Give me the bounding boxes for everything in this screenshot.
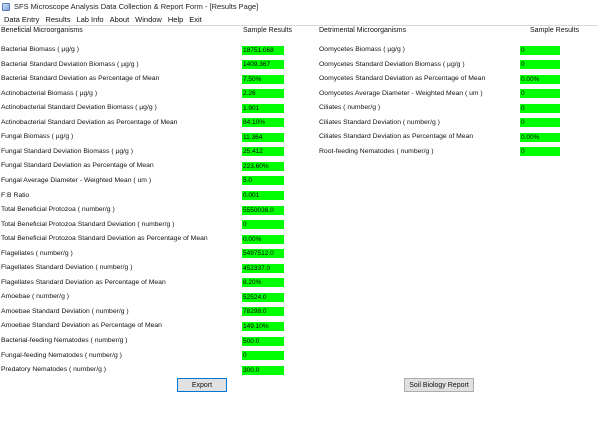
detrimental-row-value: 0 bbox=[520, 103, 560, 113]
beneficial-row-value: 300.0 bbox=[242, 365, 284, 375]
app-window-icon bbox=[2, 2, 10, 11]
window-title: SFS Microscope Analysis Data Collection … bbox=[14, 2, 259, 11]
menu-help[interactable]: Help bbox=[168, 15, 183, 24]
beneficial-row-value: 18751.068 bbox=[242, 45, 284, 55]
detrimental-row-value: 0 bbox=[520, 60, 560, 70]
beneficial-row-label: Actinobacterial Biomass ( µg/g ) bbox=[1, 89, 98, 97]
beneficial-row-value: 223.60% bbox=[242, 161, 284, 171]
beneficial-row-label: Amoebae Standard Deviation as Percentage… bbox=[1, 322, 162, 330]
beneficial-row-label: Fungal Standard Deviation Biomass ( µg/g… bbox=[1, 147, 133, 155]
beneficial-row-label: Amoebae ( number/g ) bbox=[1, 293, 70, 301]
beneficial-row-value: 7.50% bbox=[242, 74, 284, 84]
detrimental-row-value: 0 bbox=[520, 147, 560, 157]
menu-about[interactable]: About bbox=[110, 15, 130, 24]
beneficial-row-value: 5550036.0 bbox=[242, 205, 284, 215]
beneficial-row-label: Predatory Nematodes ( number/g ) bbox=[1, 366, 107, 374]
beneficial-row-label: Fungal Biomass ( µg/g ) bbox=[1, 133, 74, 141]
beneficial-results-header: Sample Results bbox=[243, 27, 293, 34]
beneficial-row-label: Flagellates Standard Deviation as Percen… bbox=[1, 278, 166, 286]
beneficial-row-label: Total Beneficial Protozoa Standard Devia… bbox=[1, 220, 175, 228]
detrimental-row-value: 0 bbox=[520, 118, 560, 128]
beneficial-row-label: Total Beneficial Protozoa Standard Devia… bbox=[1, 235, 208, 243]
beneficial-row-label: Flagellates Standard Deviation ( number/… bbox=[1, 264, 133, 272]
detrimental-row-value: 0 bbox=[520, 45, 560, 55]
menu-results[interactable]: Results bbox=[45, 15, 70, 24]
detrimental-row-label: Ciliates Standard Deviation as Percentag… bbox=[319, 133, 474, 141]
detrimental-row-label: Ciliates ( number/g ) bbox=[319, 104, 381, 112]
beneficial-header: Beneficial Microorganisms bbox=[1, 27, 83, 34]
beneficial-row-value: 500.0 bbox=[242, 336, 284, 346]
beneficial-row-value: 8.20% bbox=[242, 278, 284, 288]
beneficial-row-value: 5.0 bbox=[242, 176, 284, 186]
beneficial-row-value: 2.26 bbox=[242, 89, 284, 99]
menu-lab-info[interactable]: Lab Info bbox=[76, 15, 103, 24]
beneficial-row-value: 0.001 bbox=[242, 191, 284, 200]
detrimental-header: Detrimental Microorganisms bbox=[319, 27, 407, 34]
beneficial-row-value: 0.00% bbox=[242, 234, 284, 244]
beneficial-row-value: 5497512.0 bbox=[242, 249, 284, 259]
beneficial-row-value: 1.901 bbox=[242, 103, 284, 113]
beneficial-row-label: Fungal Average Diameter - Weighted Mean … bbox=[1, 176, 152, 184]
detrimental-row-label: Root-feeding Nematodes ( number/g ) bbox=[319, 147, 434, 155]
beneficial-row-label: F:B Ratio bbox=[1, 191, 30, 199]
detrimental-row-label: Ciliates Standard Deviation ( number/g ) bbox=[319, 118, 440, 126]
menu-window[interactable]: Window bbox=[135, 15, 162, 24]
detrimental-row-value: 0 bbox=[520, 89, 560, 99]
beneficial-row-value: 25.412 bbox=[242, 147, 284, 157]
beneficial-row-value: 78298.0 bbox=[242, 307, 284, 317]
beneficial-row-label: Actinobacterial Standard Deviation as Pe… bbox=[1, 118, 178, 126]
beneficial-row-label: Bacterial Biomass ( µg/g ) bbox=[1, 46, 79, 53]
beneficial-row-value: 0 bbox=[242, 351, 284, 361]
beneficial-row-label: Bacterial-feeding Nematodes ( number/g ) bbox=[1, 337, 128, 344]
beneficial-row-label: Bacterial Standard Deviation as Percenta… bbox=[1, 75, 160, 83]
detrimental-row-label: Oomycetes Standard Deviation Biomass ( µ… bbox=[319, 60, 465, 68]
beneficial-row-value: 52524.0 bbox=[242, 292, 284, 302]
menu-exit[interactable]: Exit bbox=[189, 15, 202, 24]
detrimental-row-label: Oomycetes Average Diameter - Weighted Me… bbox=[319, 89, 483, 97]
beneficial-row-label: Flagellates ( number/g ) bbox=[1, 249, 73, 257]
beneficial-row-label: Bacterial Standard Deviation Biomass ( µ… bbox=[1, 60, 139, 68]
menu-divider bbox=[0, 25, 598, 26]
beneficial-row-value: 84.10% bbox=[242, 118, 284, 128]
beneficial-row-value: 452337.0 bbox=[242, 263, 284, 273]
detrimental-row-label: Oomycetes Biomass ( µg/g ) bbox=[319, 46, 405, 53]
beneficial-row-value: 11.364 bbox=[242, 132, 284, 142]
beneficial-row-value: 149.10% bbox=[242, 321, 284, 331]
beneficial-row-label: Actinobacterial Standard Deviation Bioma… bbox=[1, 104, 157, 112]
detrimental-row-value: 0.00% bbox=[520, 132, 560, 142]
beneficial-row-label: Amoebae Standard Deviation ( number/g ) bbox=[1, 307, 129, 315]
beneficial-row-label: Total Beneficial Protozoa ( number/g ) bbox=[1, 206, 115, 214]
export-button[interactable]: Export bbox=[177, 378, 227, 392]
title-bar: SFS Microscope Analysis Data Collection … bbox=[0, 0, 598, 13]
beneficial-row-label: Fungal Standard Deviation as Percentage … bbox=[1, 162, 154, 170]
soil-biology-report-button[interactable]: Soil Biology Report bbox=[404, 378, 474, 392]
detrimental-row-label: Oomycetes Standard Deviation as Percenta… bbox=[319, 75, 486, 83]
detrimental-results-header: Sample Results bbox=[530, 27, 580, 34]
beneficial-row-label: Fungal-feeding Nematodes ( number/g ) bbox=[1, 351, 122, 359]
menu-bar: Data Entry Results Lab Info About Window… bbox=[0, 13, 598, 25]
detrimental-row-value: 0.00% bbox=[520, 74, 560, 84]
beneficial-row-value: 0 bbox=[242, 220, 284, 230]
menu-data-entry[interactable]: Data Entry bbox=[4, 15, 39, 24]
beneficial-row-value: 1409.367 bbox=[242, 60, 284, 70]
